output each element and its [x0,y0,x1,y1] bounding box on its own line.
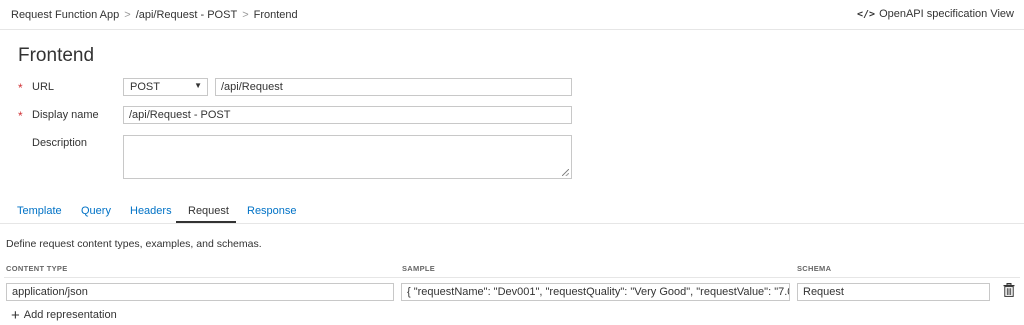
description-textarea[interactable] [123,135,572,179]
method-select[interactable]: POST ▼ [123,78,208,96]
tab-bar: Template Query Headers Request Response [0,200,1024,224]
breadcrumb-frontend: Frontend [253,9,298,21]
breadcrumb-separator: > [124,9,131,21]
tab-query[interactable]: Query [81,205,111,217]
required-marker: * [18,81,23,95]
display-name-label: Display name [32,109,99,121]
openapi-view-link[interactable]: </> OpenAPI specification View [857,8,1014,20]
tab-response[interactable]: Response [247,205,297,217]
breadcrumb-separator: > [242,9,249,21]
breadcrumb: Request Function App > /api/Request - POST… [11,9,298,21]
table-divider [4,277,1020,278]
tab-request[interactable]: Request [188,205,229,217]
chevron-down-icon: ▼ [194,81,202,90]
active-tab-indicator [176,221,236,223]
add-representation-label: Add representation [23,309,117,321]
top-bar: Request Function App > /api/Request - POST… [0,0,1024,30]
trash-icon[interactable] [1003,283,1017,299]
tab-headers[interactable]: Headers [130,205,172,217]
tab-template[interactable]: Template [17,205,62,217]
column-header-content-type: CONTENT TYPE [6,264,68,273]
display-name-input[interactable]: /api/Request - POST [123,106,572,124]
openapi-view-label: OpenAPI specification View [879,8,1014,20]
request-description: Define request content types, examples, … [6,238,262,250]
breadcrumb-function-app[interactable]: Request Function App [11,9,119,21]
plus-icon: + [11,307,20,324]
url-label: URL [32,81,55,93]
sample-input[interactable]: { "requestName": "Dev001", "requestQuali… [401,283,790,301]
column-header-schema: SCHEMA [797,264,832,273]
page-title: Frontend [18,45,95,66]
content-type-input[interactable]: application/json [6,283,394,301]
column-header-sample: SAMPLE [402,264,436,273]
add-representation-button[interactable]: + Add representation [11,307,117,324]
required-marker: * [18,109,23,123]
code-icon: </> [857,9,876,20]
description-label: Description [32,137,88,149]
url-path-input[interactable]: /api/Request [215,78,572,96]
resize-grip-icon[interactable] [562,169,569,176]
breadcrumb-operation[interactable]: /api/Request - POST [136,9,238,21]
schema-input[interactable]: Request [797,283,990,301]
method-value: POST [130,81,160,93]
